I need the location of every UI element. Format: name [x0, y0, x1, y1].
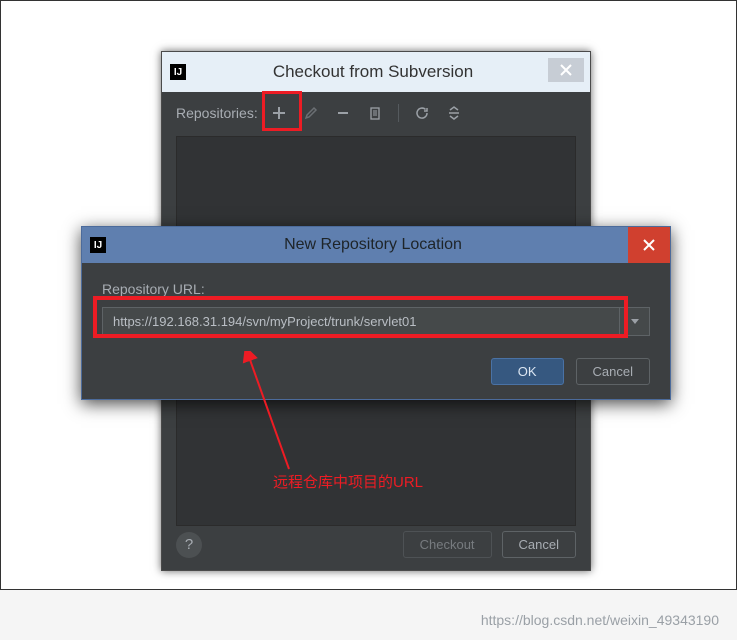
close-icon [560, 64, 572, 76]
minus-icon [336, 106, 350, 120]
watermark: https://blog.csdn.net/weixin_49343190 [481, 612, 719, 628]
bottom-bar: ? Checkout Cancel [162, 531, 590, 558]
url-dropdown-button[interactable] [619, 308, 649, 335]
sub-close-button[interactable] [628, 227, 670, 263]
ok-button[interactable]: OK [491, 358, 564, 385]
sub-dialog-title: New Repository Location [114, 236, 632, 254]
close-icon [643, 239, 655, 251]
intellij-icon: IJ [170, 64, 186, 80]
plus-icon [272, 106, 286, 120]
checkout-button[interactable]: Checkout [403, 531, 492, 558]
question-icon: ? [185, 536, 193, 553]
refresh-icon [415, 106, 429, 120]
toolbar-icons [268, 102, 465, 124]
expand-button[interactable] [443, 102, 465, 124]
sub-button-row: OK Cancel [102, 358, 650, 385]
annotation-text: 远程仓库中项目的URL [273, 471, 423, 492]
sub-cancel-button[interactable]: Cancel [576, 358, 650, 385]
url-field-row [102, 307, 650, 336]
separator [398, 104, 399, 122]
close-button[interactable] [548, 58, 584, 82]
edit-button[interactable] [300, 102, 322, 124]
chevron-down-icon [631, 319, 639, 325]
dialog-title: Checkout from Subversion [194, 62, 552, 82]
refresh-button[interactable] [411, 102, 433, 124]
remove-button[interactable] [332, 102, 354, 124]
repository-url-label: Repository URL: [102, 281, 650, 297]
repositories-label: Repositories: [176, 105, 258, 121]
add-button[interactable] [268, 102, 290, 124]
screenshot-frame: IJ Checkout from Subversion Repositories… [0, 0, 737, 590]
intellij-icon: IJ [90, 237, 106, 253]
titlebar: IJ Checkout from Subversion [162, 52, 590, 92]
expand-icon [447, 106, 461, 120]
sub-body: Repository URL: OK Cancel [82, 263, 670, 399]
clipboard-button[interactable] [364, 102, 386, 124]
sub-titlebar: IJ New Repository Location [82, 227, 670, 263]
clipboard-icon [368, 106, 382, 120]
repository-url-input[interactable] [103, 308, 619, 335]
help-button[interactable]: ? [176, 532, 202, 558]
new-repository-dialog: IJ New Repository Location Repository UR… [81, 226, 671, 400]
pencil-icon [304, 106, 318, 120]
cancel-button[interactable]: Cancel [502, 531, 576, 558]
repositories-toolbar: Repositories: [162, 92, 590, 130]
